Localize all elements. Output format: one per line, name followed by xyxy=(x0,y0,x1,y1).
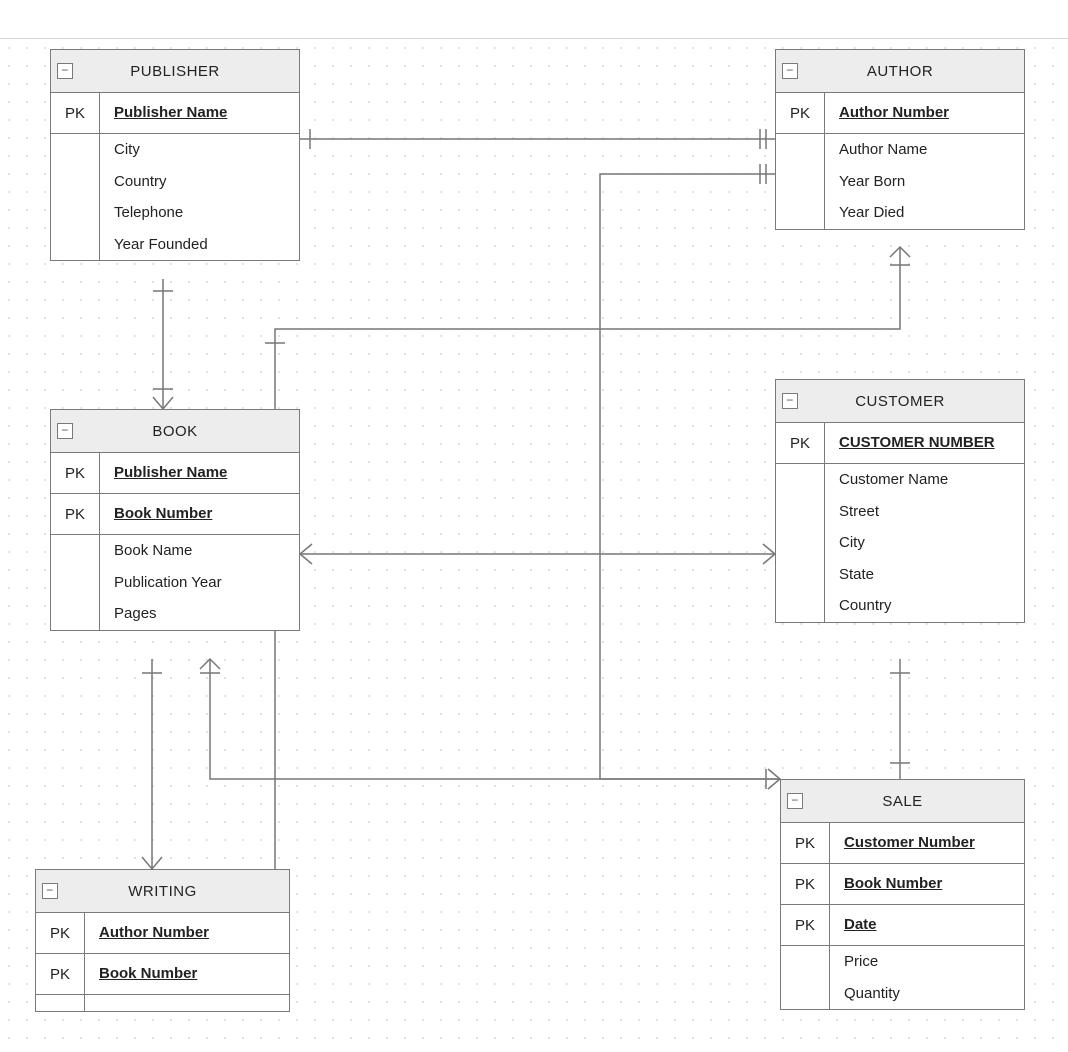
collapse-icon[interactable]: − xyxy=(787,793,803,809)
attr: Street xyxy=(839,502,1010,522)
entity-author[interactable]: − AUTHOR PK Author Number Author Name Ye… xyxy=(775,49,1025,230)
pk-row: PK Customer Number xyxy=(781,823,1024,864)
entity-title: − BOOK xyxy=(51,410,299,453)
pk-badge: PK xyxy=(781,905,830,945)
pk-empty xyxy=(51,535,100,630)
entity-title: − SALE xyxy=(781,780,1024,823)
title-text: CUSTOMER xyxy=(855,393,945,410)
entity-book[interactable]: − BOOK PK Publisher Name PK Book Number … xyxy=(50,409,300,631)
entity-sale[interactable]: − SALE PK Customer Number PK Book Number… xyxy=(780,779,1025,1010)
attr: Publication Year xyxy=(114,573,285,593)
pk-badge: PK xyxy=(51,453,100,493)
entity-writing[interactable]: − WRITING PK Author Number PK Book Numbe… xyxy=(35,869,290,1012)
collapse-icon[interactable]: − xyxy=(782,393,798,409)
pk-empty xyxy=(36,995,85,1011)
attr: Book Name xyxy=(114,541,285,561)
attr: Pages xyxy=(114,604,285,624)
pk-attr: Book Number xyxy=(99,964,275,984)
attr: City xyxy=(114,140,285,160)
attr: Year Died xyxy=(839,203,1010,223)
attr-row: Price Quantity xyxy=(781,946,1024,1009)
collapse-icon[interactable]: − xyxy=(57,63,73,79)
attr: Year Founded xyxy=(114,235,285,255)
pk-empty xyxy=(51,134,100,260)
title-text: WRITING xyxy=(128,883,197,900)
pk-attr: Author Number xyxy=(99,923,275,943)
pk-badge: PK xyxy=(781,864,830,904)
pk-row: PK Publisher Name xyxy=(51,453,299,494)
pk-row: PK Date xyxy=(781,905,1024,946)
pk-attr: Book Number xyxy=(844,874,1010,894)
entity-title: − WRITING xyxy=(36,870,289,913)
attr: Price xyxy=(844,952,1010,972)
pk-row: PK Publisher Name xyxy=(51,93,299,134)
attr: Author Name xyxy=(839,140,1010,160)
attr: Telephone xyxy=(114,203,285,223)
entity-title: − CUSTOMER xyxy=(776,380,1024,423)
attr: Quantity xyxy=(844,984,1010,1004)
pk-attr: Customer Number xyxy=(844,833,1010,853)
pk-badge: PK xyxy=(781,823,830,863)
attr-row: Author Name Year Born Year Died xyxy=(776,134,1024,229)
pk-attr: Book Number xyxy=(114,504,285,524)
pk-badge: PK xyxy=(36,954,85,994)
attr: Customer Name xyxy=(839,470,1010,490)
entity-title: − AUTHOR xyxy=(776,50,1024,93)
pk-badge: PK xyxy=(776,423,825,463)
pk-row: PK Book Number xyxy=(781,864,1024,905)
attr: Country xyxy=(114,172,285,192)
pk-row: PK Book Number xyxy=(51,494,299,535)
pk-attr: Date xyxy=(844,915,1010,935)
pk-empty xyxy=(781,946,830,1009)
attr: City xyxy=(839,533,1010,553)
title-text: AUTHOR xyxy=(867,63,933,80)
pk-attr: CUSTOMER NUMBER xyxy=(839,433,1010,453)
collapse-icon[interactable]: − xyxy=(782,63,798,79)
attr: State xyxy=(839,565,1010,585)
pk-badge: PK xyxy=(51,494,100,534)
pk-attr: Author Number xyxy=(839,103,1010,123)
pk-attr: Publisher Name xyxy=(114,103,285,123)
pk-row: PK Book Number xyxy=(36,954,289,995)
attr-row: City Country Telephone Year Founded xyxy=(51,134,299,260)
attr-row xyxy=(36,995,289,1011)
pk-row: PK Author Number xyxy=(776,93,1024,134)
attr-row: Book Name Publication Year Pages xyxy=(51,535,299,630)
pk-badge: PK xyxy=(776,93,825,133)
title-text: PUBLISHER xyxy=(130,63,220,80)
pk-row: PK Author Number xyxy=(36,913,289,954)
collapse-icon[interactable]: − xyxy=(42,883,58,899)
entity-title: − PUBLISHER xyxy=(51,50,299,93)
pk-row: PK CUSTOMER NUMBER xyxy=(776,423,1024,464)
pk-badge: PK xyxy=(36,913,85,953)
attr-row: Customer Name Street City State Country xyxy=(776,464,1024,622)
pk-attr: Publisher Name xyxy=(114,463,285,483)
er-canvas: − PUBLISHER PK Publisher Name City Count… xyxy=(0,38,1068,1052)
title-text: SALE xyxy=(882,793,922,810)
collapse-icon[interactable]: − xyxy=(57,423,73,439)
entity-publisher[interactable]: − PUBLISHER PK Publisher Name City Count… xyxy=(50,49,300,261)
attr: Year Born xyxy=(839,172,1010,192)
title-text: BOOK xyxy=(152,423,197,440)
entity-customer[interactable]: − CUSTOMER PK CUSTOMER NUMBER Customer N… xyxy=(775,379,1025,623)
pk-empty xyxy=(776,134,825,229)
attr: Country xyxy=(839,596,1010,616)
pk-empty xyxy=(776,464,825,622)
pk-badge: PK xyxy=(51,93,100,133)
